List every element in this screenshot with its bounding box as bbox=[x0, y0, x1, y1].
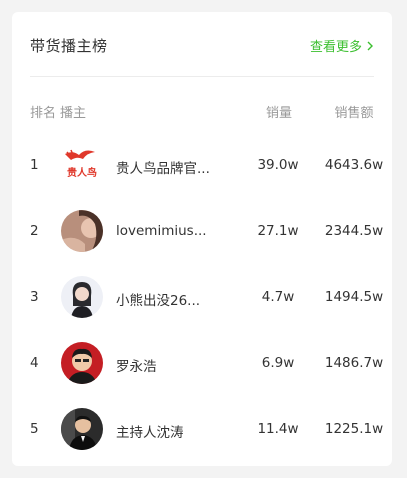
rank-number: 3 bbox=[30, 289, 39, 305]
amount-value: 1486.7w bbox=[324, 355, 384, 371]
column-rank: 排名 bbox=[30, 106, 57, 121]
amount-value: 1494.5w bbox=[324, 289, 384, 305]
column-sales[interactable]: 销量 bbox=[254, 102, 304, 121]
avatar bbox=[61, 342, 103, 384]
amount-value: 4643.6w bbox=[324, 157, 384, 173]
rank-number: 2 bbox=[30, 223, 39, 239]
brand-logo-text: 贵人鸟 bbox=[67, 166, 97, 179]
host-name[interactable]: lovemimius... bbox=[116, 223, 226, 239]
host-name[interactable]: 小熊出没26... bbox=[116, 289, 226, 309]
rank-number: 5 bbox=[30, 421, 39, 437]
avatar bbox=[61, 276, 103, 318]
amount-value: 2344.5w bbox=[324, 223, 384, 239]
card-header: 带货播主榜 查看更多 bbox=[30, 12, 374, 77]
host-name[interactable]: 主持人沈涛 bbox=[116, 421, 226, 441]
table-row[interactable]: 1 贵人鸟 贵人鸟品牌官... 39.0w 4643.6w bbox=[30, 144, 383, 188]
table-row[interactable]: 4 罗永浩 6.9w 1486.7w bbox=[30, 342, 383, 386]
host-name[interactable]: 罗永浩 bbox=[116, 355, 226, 375]
anchor-ranking-card: 带货播主榜 查看更多 排名 播主 销量 销售额 1 贵人鸟 贵人鸟品牌官... … bbox=[12, 12, 392, 466]
sales-value: 4.7w bbox=[261, 289, 295, 305]
column-amount[interactable]: 销售额 bbox=[316, 102, 392, 121]
host-name[interactable]: 贵人鸟品牌官... bbox=[116, 157, 226, 177]
avatar bbox=[61, 210, 103, 252]
brand-logo: 贵人鸟 bbox=[61, 144, 103, 186]
sales-value: 11.4w bbox=[257, 421, 299, 437]
sales-value: 39.0w bbox=[257, 157, 299, 173]
rank-number: 4 bbox=[30, 355, 39, 371]
view-more-link[interactable]: 查看更多 bbox=[310, 36, 374, 55]
table-row[interactable]: 2 lovemimius... 27.1w 2344.5w bbox=[30, 210, 383, 254]
column-host: 播主 bbox=[60, 106, 87, 121]
card-title: 带货播主榜 bbox=[30, 37, 108, 55]
table-header: 排名 播主 销量 销售额 bbox=[30, 102, 374, 122]
table-row[interactable]: 3 小熊出没26... 4.7w 1494.5w bbox=[30, 276, 383, 320]
table-row[interactable]: 5 主持人沈涛 11.4w 1225.1w bbox=[30, 408, 383, 452]
avatar bbox=[61, 408, 103, 450]
view-more-label: 查看更多 bbox=[309, 40, 362, 55]
rank-number: 1 bbox=[30, 157, 39, 173]
sales-value: 27.1w bbox=[257, 223, 299, 239]
amount-value: 1225.1w bbox=[324, 421, 384, 437]
chevron-right-icon bbox=[367, 41, 373, 50]
sales-value: 6.9w bbox=[261, 355, 295, 371]
